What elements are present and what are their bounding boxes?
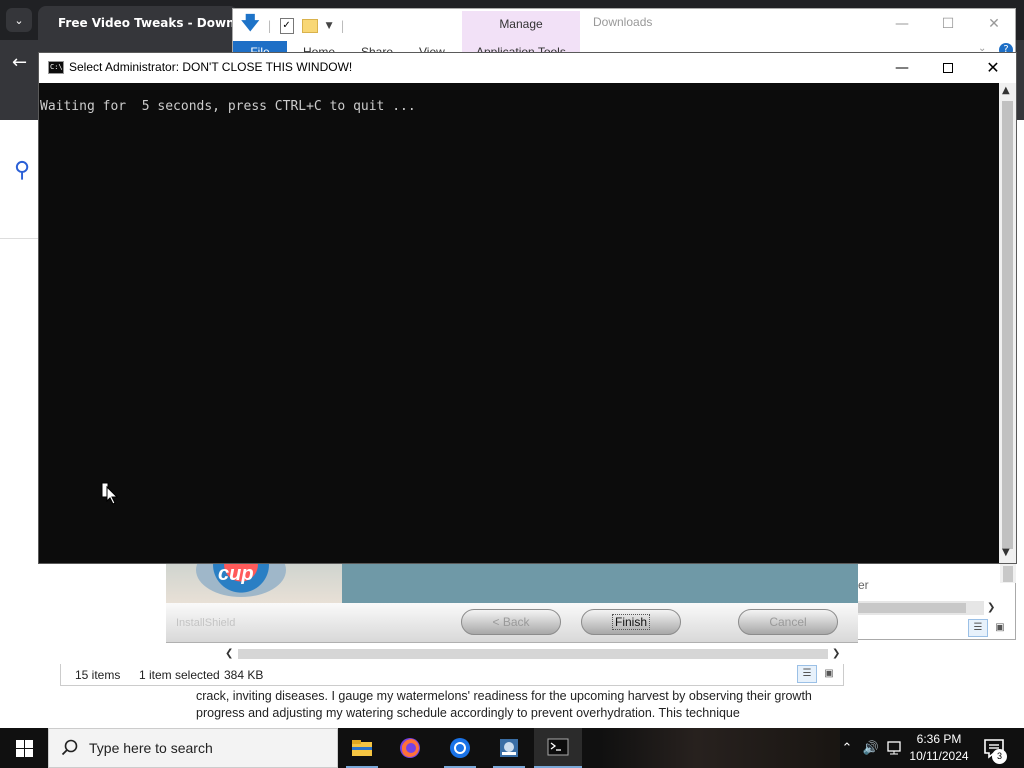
chrome-icon: [450, 738, 470, 758]
scroll-down-arrow-icon[interactable]: ▼: [1002, 547, 1010, 558]
scroll-right-arrow-icon[interactable]: ❯: [987, 602, 995, 613]
show-hidden-icons-icon[interactable]: ⌃: [838, 728, 856, 768]
firefox-icon: [400, 738, 420, 758]
command-prompt-icon: C:\: [48, 61, 64, 74]
browser-tab[interactable]: Free Video Tweaks - Download: [38, 6, 238, 40]
toolbar-separator: |: [340, 19, 345, 33]
manage-label: Manage: [499, 17, 543, 31]
cmd-titlebar[interactable]: C:\ Select Administrator: DON'T CLOSE TH…: [39, 53, 1016, 83]
cmd-window-title: Select Administrator: DON'T CLOSE THIS W…: [69, 60, 353, 74]
selection-count: 1 item selected: [139, 668, 220, 682]
explorer-title: Downloads: [593, 15, 653, 29]
properties-icon[interactable]: ✓: [279, 18, 294, 34]
command-prompt-icon: [547, 738, 569, 756]
details-view-icon[interactable]: ☰: [968, 619, 988, 637]
large-icons-view-icon[interactable]: ▣: [819, 665, 839, 683]
taskbar-wallpaper-strip: [600, 728, 840, 768]
search-icon: [61, 739, 78, 756]
explorer-minimize-button[interactable]: —: [879, 11, 925, 37]
explorer-hscroll-thumb[interactable]: [238, 649, 828, 659]
customize-toolbar-caret-icon[interactable]: ▼: [326, 21, 333, 31]
cmd-vscroll-thumb[interactable]: [1002, 101, 1013, 549]
start-button[interactable]: [0, 728, 48, 768]
taskbar-search-box[interactable]: Type here to search: [48, 728, 338, 768]
taskbar-clock[interactable]: 6:36 PM 10/11/2024: [906, 731, 972, 765]
item-count: 15 items: [75, 668, 121, 682]
explorer-vscroll-thumb[interactable]: [1003, 566, 1013, 582]
scroll-right-arrow-icon[interactable]: ❯: [832, 648, 840, 659]
back-arrow-icon[interactable]: ←: [12, 52, 27, 73]
new-folder-icon[interactable]: [301, 19, 318, 33]
taskbar-file-explorer[interactable]: [338, 728, 386, 768]
large-icons-view-icon[interactable]: ▣: [990, 619, 1010, 637]
column-partial-label: er: [858, 578, 869, 592]
toolbar-separator: |: [267, 19, 272, 33]
taskbar-firefox[interactable]: [386, 728, 434, 768]
article-text: crack, inviting diseases. I gauge my wat…: [196, 689, 812, 720]
installshield-brand: InstallShield: [176, 617, 236, 629]
installer-banner-image: cup: [166, 563, 342, 603]
clock-time: 6:36 PM: [916, 732, 962, 746]
installer-banner-background: [342, 563, 858, 603]
explorer-hscroll-thumb[interactable]: [858, 603, 966, 613]
cmd-output-text: Waiting for 5 seconds, press CTRL+C to q…: [40, 99, 416, 114]
finish-button[interactable]: Finish: [581, 609, 681, 635]
selection-size: 384 KB: [224, 668, 264, 682]
explorer-statusbar: 15 items 1 item selected 384 KB ☰ ▣: [60, 664, 844, 686]
maximize-icon: [943, 63, 953, 73]
network-monitor-icon: [887, 741, 901, 755]
command-prompt-window[interactable]: C:\ Select Administrator: DON'T CLOSE TH…: [38, 52, 1017, 564]
taskbar-command-prompt[interactable]: [534, 728, 582, 768]
volume-icon[interactable]: 🔊: [860, 728, 882, 768]
banner-logo-text: cup: [218, 563, 254, 585]
cmd-minimize-button[interactable]: —: [879, 53, 925, 83]
chevron-down-icon: ⌄: [14, 13, 24, 27]
download-arrow-icon[interactable]: 🡇: [241, 11, 260, 41]
notification-count-badge: 3: [992, 749, 1007, 764]
details-view-icon[interactable]: ☰: [797, 665, 817, 683]
search-placeholder: Type here to search: [89, 740, 213, 756]
quick-access-toolbar: 🡇 | ✓ ▼ |: [241, 13, 345, 39]
mouse-cursor-icon: [101, 482, 119, 505]
cancel-button[interactable]: Cancel: [738, 609, 838, 635]
cmd-maximize-button[interactable]: [925, 53, 971, 83]
scroll-up-arrow-icon[interactable]: ▲: [1002, 85, 1010, 96]
finish-button-label: Finish: [611, 614, 650, 630]
file-explorer-icon: [352, 740, 372, 756]
tab-search-dropdown[interactable]: ⌄: [6, 8, 32, 32]
installer-icon: [500, 739, 518, 757]
scroll-left-arrow-icon[interactable]: ❮: [225, 648, 233, 659]
clock-date: 10/11/2024: [909, 749, 969, 763]
explorer-close-button[interactable]: ✕: [971, 11, 1017, 37]
back-button[interactable]: < Back: [461, 609, 561, 635]
cmd-close-button[interactable]: ✕: [970, 53, 1016, 83]
windows-logo-icon: [15, 739, 33, 757]
search-icon[interactable]: ⚲: [14, 158, 30, 183]
taskbar-installer[interactable]: [485, 728, 533, 768]
network-icon[interactable]: [884, 728, 906, 768]
taskbar-chrome[interactable]: [436, 728, 484, 768]
browser-tab-title: Free Video Tweaks - Download: [58, 16, 238, 30]
explorer-maximize-button[interactable]: ☐: [925, 11, 971, 37]
